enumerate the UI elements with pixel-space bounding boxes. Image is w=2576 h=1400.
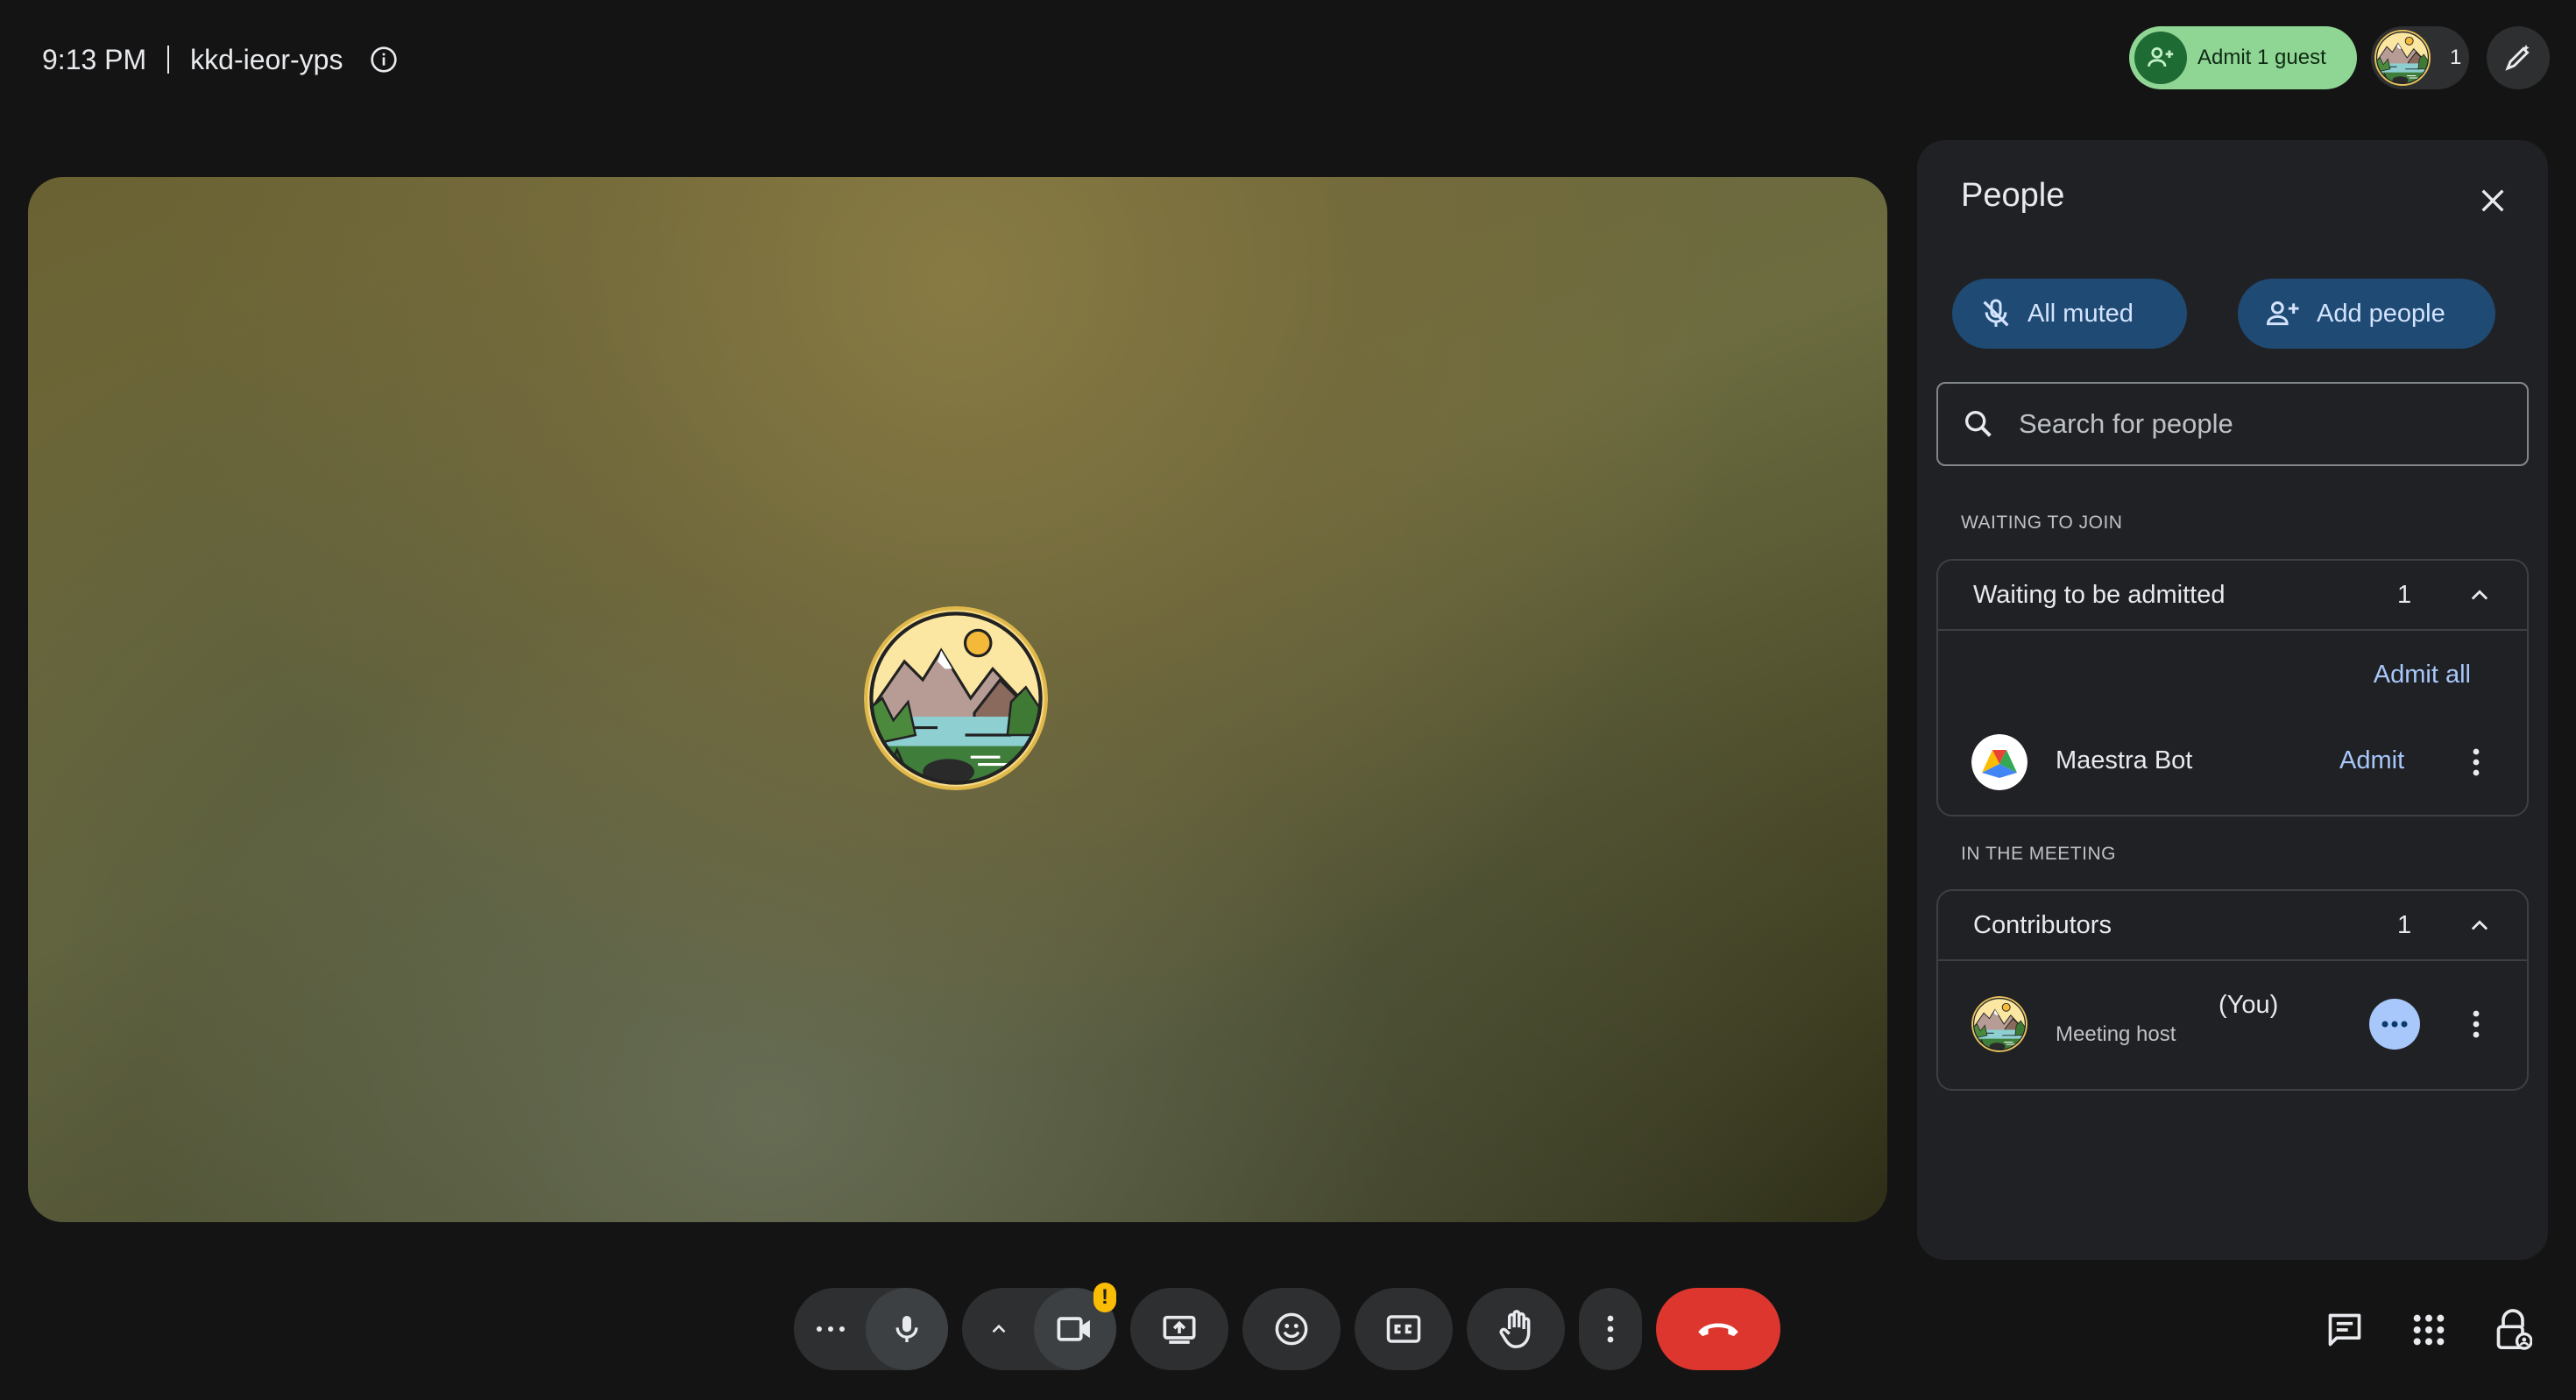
search-icon [1961, 407, 1996, 442]
all-muted-label: All muted [2028, 299, 2134, 328]
info-icon[interactable] [367, 43, 400, 76]
chevron-up-icon [992, 1324, 1006, 1333]
person-name: Maestra Bot [2056, 746, 2193, 774]
panel-title: People [1961, 177, 2065, 214]
more-horiz-icon[interactable] [2369, 999, 2420, 1050]
chat-icon[interactable] [2318, 1304, 2371, 1356]
waiting-group-count: 1 [2397, 580, 2412, 609]
waiting-group-header[interactable]: Waiting to be admitted 1 [1938, 561, 2527, 631]
apps-grid-icon[interactable] [2403, 1304, 2455, 1356]
audio-options-button[interactable] [794, 1288, 867, 1370]
pen-sparkle-icon [2502, 42, 2534, 74]
all-muted-button[interactable]: All muted [1952, 279, 2187, 349]
microphone-button[interactable] [866, 1288, 948, 1370]
more-vert-icon[interactable] [2459, 738, 2494, 787]
person-add-icon [2134, 32, 2187, 84]
lock-person-icon[interactable] [2487, 1304, 2539, 1356]
captions-button[interactable] [1355, 1288, 1453, 1370]
call-end-icon [1698, 1323, 1738, 1337]
person-role: Meeting host [2056, 1022, 2176, 1046]
in-meeting-section-label: IN THE MEETING [1961, 844, 2116, 864]
mic-icon [895, 1316, 918, 1342]
more-horiz-icon [817, 1326, 845, 1332]
more-options-button[interactable] [1579, 1288, 1642, 1370]
participant-avatar [864, 606, 1048, 790]
admit-all-button[interactable]: Admit all [2374, 661, 2471, 689]
list-item: Maestra Bot Admit [1938, 727, 2527, 797]
avatar [1971, 996, 2028, 1052]
present-button[interactable] [1130, 1288, 1228, 1370]
meeting-time: 9:13 PM [42, 43, 147, 75]
meeting-info: 9:13 PM kkd-ieor-yps [42, 39, 400, 81]
contributors-group: Contributors 1 (You) Meeting host [1936, 889, 2529, 1091]
mic-off-icon [1978, 296, 2013, 331]
add-people-label: Add people [2317, 299, 2445, 328]
videocam-icon [1057, 1317, 1090, 1341]
chevron-up-icon[interactable] [2464, 910, 2495, 942]
audio-controls [794, 1288, 948, 1370]
participants-button[interactable]: 1 [2371, 26, 2469, 89]
waiting-group: Waiting to be admitted 1 Admit all Maest… [1936, 559, 2529, 817]
more-vert-icon [1607, 1315, 1614, 1343]
emoji-icon [1275, 1312, 1308, 1346]
search-input[interactable] [2017, 407, 2511, 441]
you-label: (You) [2219, 991, 2279, 1019]
close-icon[interactable] [2469, 177, 2516, 224]
pen-sparkle-button[interactable] [2487, 26, 2550, 89]
search-box[interactable] [1936, 382, 2529, 466]
video-options-button[interactable] [962, 1288, 1036, 1370]
more-vert-icon[interactable] [2459, 1000, 2494, 1049]
avatar [2374, 30, 2431, 86]
contributors-group-title: Contributors [1973, 910, 2112, 939]
video-stage [28, 177, 1887, 1222]
contributors-group-header[interactable]: Contributors 1 [1938, 891, 2527, 961]
participant-count: 1 [2450, 46, 2462, 69]
camera-warning-badge: ! [1093, 1283, 1116, 1312]
chevron-up-icon[interactable] [2464, 580, 2495, 612]
reactions-button[interactable] [1242, 1288, 1341, 1370]
captions-icon [1386, 1315, 1421, 1343]
person-add-icon [2264, 296, 2303, 331]
present-screen-icon [1163, 1315, 1196, 1344]
raise-hand-button[interactable] [1467, 1288, 1565, 1370]
people-panel: People All muted Add people WAITING TO J… [1917, 140, 2548, 1260]
admit-guest-label: Admit 1 guest [2197, 46, 2326, 69]
add-people-button[interactable]: Add people [2238, 279, 2495, 349]
list-item: (You) Meeting host [1938, 989, 2527, 1059]
end-call-button[interactable] [1656, 1288, 1780, 1370]
raise-hand-icon [1499, 1310, 1531, 1348]
admit-guest-button[interactable]: Admit 1 guest [2129, 26, 2357, 89]
meeting-code: kkd-ieor-yps [190, 43, 343, 75]
admit-button[interactable]: Admit [2339, 746, 2404, 775]
divider [167, 46, 170, 74]
waiting-group-title: Waiting to be admitted [1973, 580, 2226, 609]
avatar [1971, 734, 2028, 790]
contributors-group-count: 1 [2397, 910, 2412, 939]
waiting-section-label: WAITING TO JOIN [1961, 513, 2123, 533]
